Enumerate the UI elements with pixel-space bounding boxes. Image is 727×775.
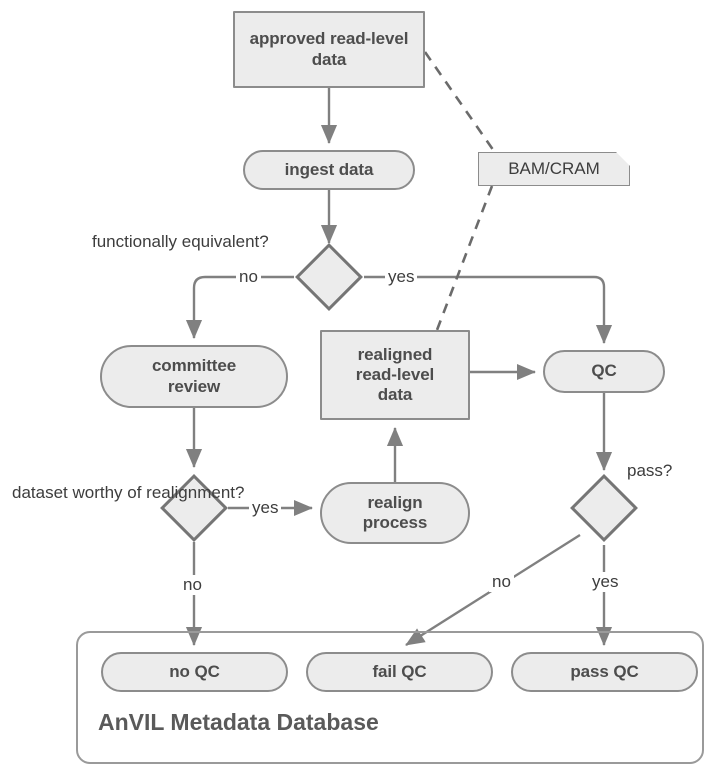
cluster-title-anvil-metadata-database: AnVIL Metadata Database xyxy=(98,709,379,735)
node-pass-qc[interactable]: pass QC xyxy=(511,652,698,692)
note-bam-cram: BAM/CRAM xyxy=(478,152,630,186)
edge-dashed-note-to-realigned-data xyxy=(435,185,494,331)
node-pass-qc-label: pass QC xyxy=(570,661,639,681)
edge-label-fe-yes: yes xyxy=(385,267,418,287)
node-no-qc-label: no QC xyxy=(169,661,220,681)
node-committee-review[interactable]: committee review xyxy=(100,345,288,408)
label-pass: pass? xyxy=(627,461,673,480)
node-approved-read-level-data[interactable]: approved read-level data xyxy=(233,11,425,88)
node-realigned-read-level-data[interactable]: realigned read-level data xyxy=(320,330,470,420)
node-realigned-read-level-data-label: realigned read-level data xyxy=(355,344,435,405)
edge-label-pass-no: no xyxy=(489,572,514,592)
node-fail-qc-label: fail QC xyxy=(372,661,427,681)
cluster-anvil-metadata-database xyxy=(76,631,704,764)
edge-label-worthy-yes: yes xyxy=(249,498,282,518)
edge-dashed-approved-to-note xyxy=(423,51,498,155)
node-realign-process[interactable]: realign process xyxy=(320,482,470,544)
node-ingest-data-label: ingest data xyxy=(284,159,374,179)
label-dataset-worthy-of-realignment: dataset worthy of realignment? xyxy=(12,483,245,502)
node-fail-qc[interactable]: fail QC xyxy=(306,652,493,692)
node-approved-read-level-data-label: approved read-level data xyxy=(249,29,409,69)
node-qc-label: QC xyxy=(591,361,617,381)
edge-label-pass-yes: yes xyxy=(589,572,622,592)
node-qc[interactable]: QC xyxy=(543,350,665,393)
edge-label-fe-no: no xyxy=(236,267,261,287)
label-functionally-equivalent: functionally equivalent? xyxy=(92,232,269,251)
node-committee-review-label: committee review xyxy=(151,356,237,396)
node-no-qc[interactable]: no QC xyxy=(101,652,288,692)
edge-label-worthy-no: no xyxy=(180,575,205,595)
node-realign-process-label: realign process xyxy=(362,492,428,532)
flowchart-canvas: approved read-level data ingest data com… xyxy=(0,0,727,775)
node-ingest-data[interactable]: ingest data xyxy=(243,150,415,190)
note-bam-cram-label: BAM/CRAM xyxy=(508,159,600,178)
